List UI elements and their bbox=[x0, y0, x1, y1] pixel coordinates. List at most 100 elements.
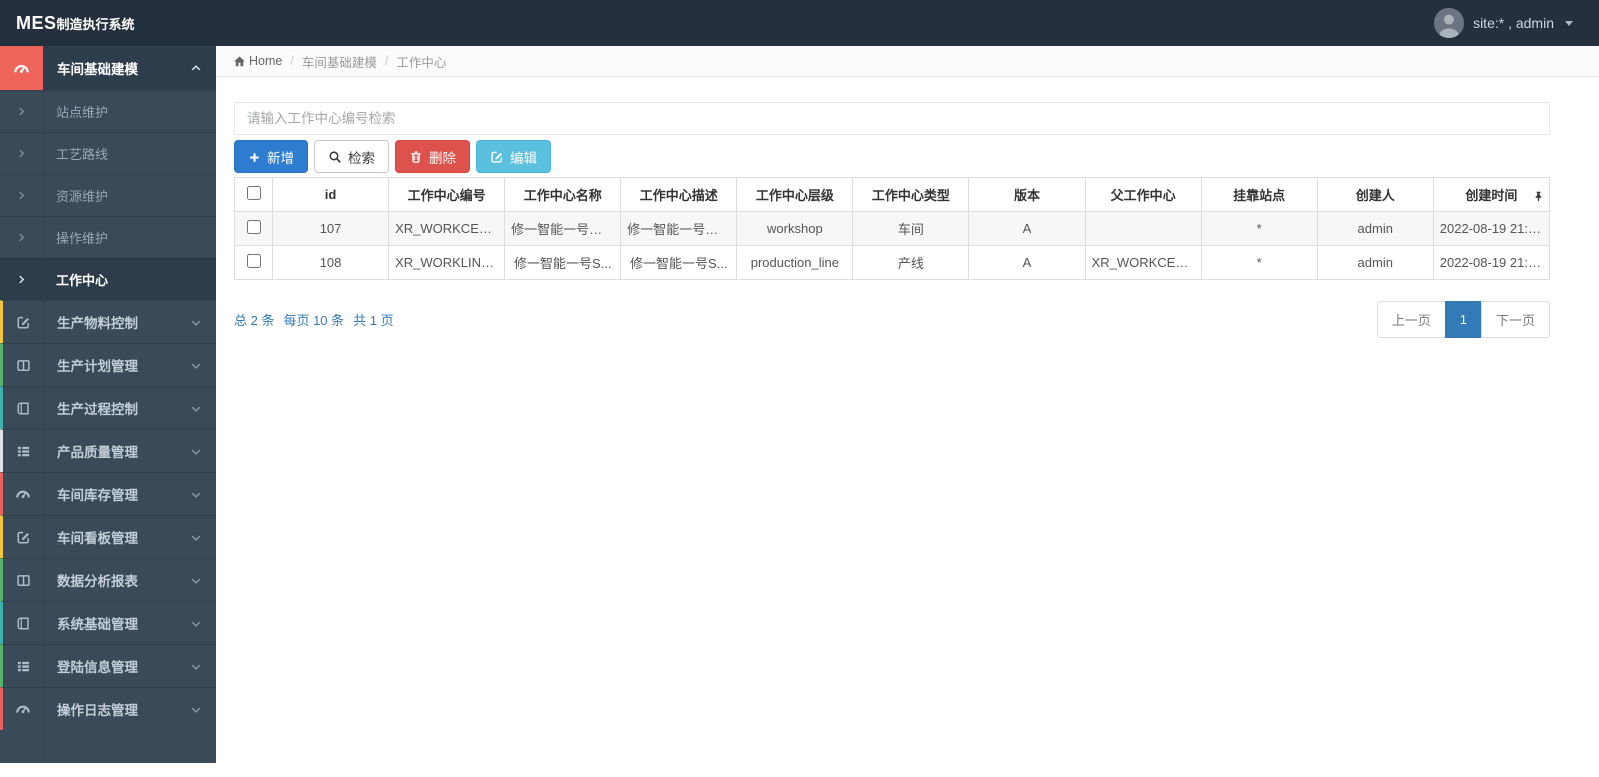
sidebar-group-label: 车间看板管理 bbox=[57, 531, 138, 546]
sidebar-item-station-maintenance[interactable]: 站点维护 bbox=[0, 90, 216, 132]
column-header-parent: 父工作中心 bbox=[1084, 177, 1202, 212]
column-header-station: 挂靠站点 bbox=[1200, 177, 1318, 212]
sidebar-group-label: 生产计划管理 bbox=[57, 359, 138, 374]
user-avatar bbox=[1434, 8, 1465, 38]
cell-version: A bbox=[968, 211, 1086, 246]
sidebar-group-workshop-kanban-management[interactable]: 车间看板管理 bbox=[0, 515, 216, 558]
sidebar-group-operation-log-management[interactable]: 操作日志管理 bbox=[0, 687, 216, 730]
sidebar-group-data-analysis-report[interactable]: 数据分析报表 bbox=[0, 558, 216, 601]
book-icon bbox=[3, 616, 43, 631]
sidebar-item-work-center[interactable]: 工作中心 bbox=[0, 258, 216, 300]
table-row[interactable]: 107 XR_WORKCEN... 修一智能一号车间 修一智能一号车间 work… bbox=[234, 211, 1551, 246]
search-input[interactable] bbox=[234, 102, 1550, 135]
sidebar-group-production-material-control[interactable]: 生产物料控制 bbox=[0, 300, 216, 343]
summary-total: 总 2 条 bbox=[234, 313, 275, 328]
cell-level: production_line bbox=[736, 245, 854, 280]
sidebar-item-label: 操作维护 bbox=[56, 231, 109, 246]
cell-parent: XR_WORKCEN... bbox=[1084, 245, 1202, 280]
sidebar-group-label: 操作日志管理 bbox=[57, 703, 138, 718]
sidebar-group-login-info-management[interactable]: 登陆信息管理 bbox=[0, 644, 216, 687]
dashboard-icon bbox=[3, 486, 43, 502]
sidebar-group-system-basic-management[interactable]: 系统基础管理 bbox=[0, 601, 216, 644]
sidebar-group-product-quality-management[interactable]: 产品质量管理 bbox=[0, 429, 216, 472]
list-icon bbox=[3, 659, 43, 674]
search-button[interactable]: 检索 bbox=[314, 140, 389, 173]
delete-button-label: 删除 bbox=[429, 150, 456, 166]
chevron-down-icon bbox=[190, 616, 202, 631]
column-header-version: 版本 bbox=[968, 177, 1086, 212]
pagination: 上一页 1 下一页 bbox=[1376, 301, 1550, 338]
cell-name: 修一智能一号车间 bbox=[504, 211, 622, 246]
user-label: site:* , admin bbox=[1473, 15, 1554, 31]
chevron-down-icon bbox=[190, 358, 202, 373]
sidebar-group-production-process-control[interactable]: 生产过程控制 bbox=[0, 386, 216, 429]
column-header-level: 工作中心层级 bbox=[736, 177, 854, 212]
column-header-creator: 创建人 bbox=[1316, 177, 1434, 212]
prev-page-button[interactable]: 上一页 bbox=[1376, 301, 1446, 338]
row-select-checkbox[interactable] bbox=[246, 254, 261, 268]
column-header-code: 工作中心编号 bbox=[388, 177, 506, 212]
column-header-name: 工作中心名称 bbox=[504, 177, 622, 212]
chevron-down-icon bbox=[190, 702, 202, 717]
column-header-created: 创建时间 bbox=[1432, 177, 1551, 212]
table-footer: 总 2 条 每页 10 条 共 1 页 上一页 1 下一页 bbox=[234, 301, 1550, 338]
sidebar-group-label: 车间基础建模 bbox=[57, 62, 138, 77]
select-all-checkbox[interactable] bbox=[246, 186, 261, 200]
row-select-checkbox[interactable] bbox=[246, 220, 261, 234]
pagination-summary: 总 2 条 每页 10 条 共 1 页 bbox=[234, 310, 394, 329]
page-1-button[interactable]: 1 bbox=[1444, 301, 1482, 338]
cell-desc: 修一智能一号车间 bbox=[620, 211, 738, 246]
select-all-header bbox=[234, 177, 273, 212]
add-button[interactable]: 新增 bbox=[234, 140, 308, 173]
edit-button[interactable]: 编辑 bbox=[476, 140, 551, 173]
top-navbar: MES制造执行系统 site:* , admin bbox=[0, 0, 1599, 46]
cell-name: 修一智能一号S... bbox=[504, 245, 622, 280]
pushpin-icon[interactable] bbox=[1533, 187, 1544, 202]
sidebar-item-label: 工艺路线 bbox=[56, 147, 109, 162]
sidebar-group-label: 系统基础管理 bbox=[57, 617, 138, 632]
cell-code: XR_WORKCEN... bbox=[388, 211, 506, 246]
sidebar-group-workshop-inventory-management[interactable]: 车间库存管理 bbox=[0, 472, 216, 515]
book-icon bbox=[3, 401, 43, 416]
sidebar-group-workshop-basic-modeling[interactable]: 车间基础建模 bbox=[0, 46, 216, 90]
sidebar-nav: 车间基础建模 站点维护 工艺路线 资源维护 操作维护 工作中心 生产物料控制 生… bbox=[0, 46, 216, 763]
chevron-down-icon bbox=[190, 573, 202, 588]
cell-parent bbox=[1084, 211, 1202, 246]
chevron-down-icon bbox=[190, 530, 202, 545]
list-icon bbox=[3, 444, 43, 459]
sidebar-item-operation-maintenance[interactable]: 操作维护 bbox=[0, 216, 216, 258]
breadcrumb-home[interactable]: Home bbox=[233, 54, 282, 68]
breadcrumb-separator: / bbox=[384, 54, 389, 68]
chevron-right-icon bbox=[0, 274, 43, 285]
sidebar-group-production-plan-management[interactable]: 生产计划管理 bbox=[0, 343, 216, 386]
chevron-down-icon bbox=[190, 401, 202, 416]
table-row[interactable]: 108 XR_WORKLINE... 修一智能一号S... 修一智能一号S...… bbox=[234, 245, 1551, 280]
dashboard-icon bbox=[0, 46, 43, 90]
table-header-row: id 工作中心编号 工作中心名称 工作中心描述 工作中心层级 工作中心类型 版本… bbox=[234, 177, 1551, 212]
dashboard-icon bbox=[3, 701, 43, 717]
cell-code: XR_WORKLINE... bbox=[388, 245, 506, 280]
delete-button[interactable]: 删除 bbox=[395, 140, 470, 173]
chevron-down-icon bbox=[190, 444, 202, 459]
edit-icon bbox=[490, 149, 504, 164]
next-page-button[interactable]: 下一页 bbox=[1480, 301, 1550, 338]
logo-primary: MES bbox=[16, 12, 57, 33]
sidebar-group-label: 生产过程控制 bbox=[57, 402, 138, 417]
column-header-id: id bbox=[271, 177, 390, 212]
chevron-right-icon bbox=[0, 106, 43, 117]
sidebar-group-label: 生产物料控制 bbox=[57, 316, 138, 331]
cell-type: 产线 bbox=[852, 245, 970, 280]
cell-created: 2022-08-19 21:1... bbox=[1432, 211, 1551, 246]
cell-station: * bbox=[1200, 211, 1318, 246]
breadcrumb-item[interactable]: 车间基础建模 bbox=[302, 52, 377, 71]
sidebar-item-resource-maintenance[interactable]: 资源维护 bbox=[0, 174, 216, 216]
app-logo: MES制造执行系统 bbox=[0, 13, 216, 34]
cell-id: 107 bbox=[271, 211, 390, 246]
breadcrumb-item-current: 工作中心 bbox=[396, 55, 447, 70]
plus-icon bbox=[248, 149, 261, 164]
user-menu[interactable]: site:* , admin bbox=[1434, 8, 1599, 38]
summary-pages: 共 1 页 bbox=[353, 313, 394, 328]
chevron-down-icon bbox=[190, 315, 202, 330]
sidebar-item-label: 站点维护 bbox=[56, 105, 109, 120]
sidebar-item-process-route[interactable]: 工艺路线 bbox=[0, 132, 216, 174]
